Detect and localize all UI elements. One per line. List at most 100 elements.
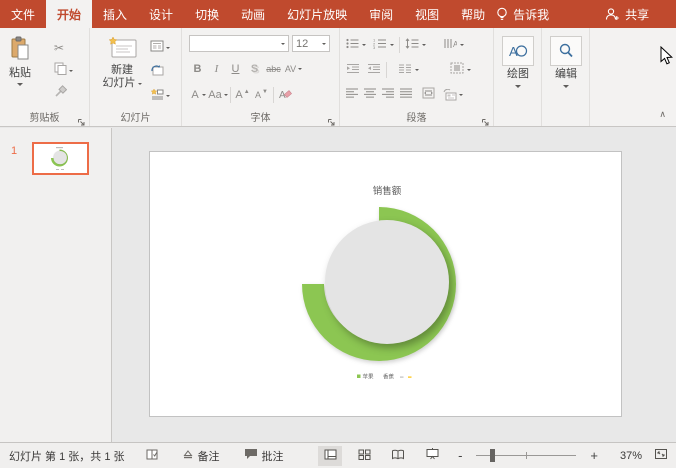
slide-sorter-icon [358,449,371,463]
ribbon-group-editing: 编辑 [542,28,590,126]
reading-view-button[interactable] [386,446,410,466]
columns-button[interactable] [398,61,412,79]
tab-view[interactable]: 视图 [404,0,450,28]
cut-icon: ✂ [54,41,64,55]
ribbon-group-paragraph: 123 A [340,28,494,126]
tab-transitions[interactable]: 切换 [184,0,230,28]
layout-icon [150,39,164,57]
share-button[interactable]: 共享 [625,6,649,23]
normal-view-button[interactable] [318,446,342,466]
cut-button[interactable]: ✂ [54,38,73,57]
shrink-font-button[interactable]: A▼ [252,86,271,104]
zoom-out-button[interactable]: - [454,448,466,463]
fit-window-button[interactable] [654,448,668,463]
line-spacing-button[interactable] [405,36,419,54]
spell-check-button[interactable] [145,448,160,464]
indent-icon[interactable] [367,61,381,79]
paragraph-group-label: 段落 [340,109,493,124]
notes-icon [182,449,194,463]
distribute-icon[interactable] [422,86,435,104]
strikethrough-button[interactable]: abc [264,60,283,78]
character-spacing-button[interactable]: AV [283,60,298,78]
new-slide-button[interactable]: 新建 幻灯片 [98,36,146,90]
reset-icon [150,63,164,81]
align-text-button[interactable] [450,61,464,79]
tell-me-button[interactable]: 告诉我 [513,6,549,23]
text-shadow-button[interactable]: S [245,60,264,78]
spell-check-icon [145,448,160,464]
paste-button[interactable]: 粘贴 [8,36,32,86]
workspace: 1 销售额 苹果 香蕉 [0,128,676,442]
align-right-icon[interactable] [382,86,394,104]
tab-review[interactable]: 审阅 [358,0,404,28]
svg-text:3: 3 [373,45,376,49]
tab-file[interactable]: 文件 [0,0,46,28]
sales-doughnut-chart[interactable]: 销售额 苹果 香蕉 [150,152,621,416]
chart-legend: 苹果 香蕉 [357,372,412,380]
clipboard-dialog-launcher[interactable] [77,114,86,123]
change-case-button[interactable]: Aa [206,86,224,104]
new-slide-label-line2: 幻灯片 [103,77,136,90]
slide-thumbnail-panel: 1 [0,128,112,442]
align-left-icon[interactable] [346,86,358,104]
editing-button[interactable]: 编辑 [550,36,582,88]
menu-bar: 文件 开始 插入 设计 切换 动画 幻灯片放映 审阅 视图 帮助 告诉我 共享 [0,0,676,28]
tab-design[interactable]: 设计 [138,0,184,28]
tab-insert[interactable]: 插入 [92,0,138,28]
notes-button[interactable]: 备注 [182,448,220,464]
justify-icon[interactable] [400,86,412,104]
tab-animations[interactable]: 动画 [230,0,276,28]
slide-canvas[interactable]: 销售额 苹果 香蕉 [149,151,622,417]
outdent-icon[interactable] [346,61,360,79]
paragraph-dialog-launcher[interactable] [481,114,490,123]
fit-window-icon [654,448,668,463]
legend-item-1: 苹果 [363,372,375,380]
zoom-slider[interactable] [476,455,576,456]
chart-center-circle[interactable] [325,220,449,344]
grow-font-button[interactable]: A▲ [233,86,252,104]
drawing-label: 绘图 [507,68,529,81]
slideshow-icon [426,448,439,463]
tab-help[interactable]: 帮助 [450,0,496,28]
slide-thumbnail[interactable] [32,142,89,175]
zoom-in-button[interactable]: + [586,448,602,463]
reset-slide-button[interactable] [150,62,170,81]
slide-number-label: 1 [11,145,17,157]
layout-button[interactable] [150,38,170,57]
zoom-slider-thumb[interactable] [490,449,495,462]
editing-label: 编辑 [555,68,577,81]
slide-counter: 幻灯片 第 1 张，共 1 张 [0,448,125,464]
text-direction-button[interactable]: A [443,36,457,54]
align-center-icon[interactable] [364,86,376,104]
comments-button[interactable]: 批注 [244,448,284,464]
smartart-convert-button[interactable] [443,89,463,101]
bold-button[interactable]: B [188,60,207,78]
tab-slideshow[interactable]: 幻灯片放映 [276,0,358,28]
comments-icon [244,448,258,463]
underline-button[interactable]: U [226,60,245,78]
ribbon-group-clipboard: 粘贴 ✂ 剪贴板 [0,28,90,126]
clear-formatting-button[interactable]: A [276,86,295,104]
font-color-button[interactable]: A [188,86,202,104]
bullets-button[interactable] [346,36,359,54]
drawing-button[interactable]: A 绘图 [502,36,534,88]
legend-item-2: 香蕉 [383,372,395,380]
format-painter-button[interactable] [54,84,73,103]
font-group-label: 字体 [182,109,339,124]
collapse-ribbon-button[interactable]: ∧ [659,109,666,120]
numbering-button[interactable]: 123 [373,36,387,54]
font-name-combobox[interactable] [189,35,289,52]
zoom-percent[interactable]: 37% [612,450,642,462]
font-size-value: 12 [296,38,308,50]
italic-button[interactable]: I [207,60,226,78]
section-button[interactable] [150,86,170,105]
slideshow-button[interactable] [420,446,444,466]
clipboard-group-label: 剪贴板 [0,109,89,124]
font-size-combobox[interactable]: 12 [292,35,330,52]
font-dialog-launcher[interactable] [327,114,336,123]
paste-icon [8,36,32,67]
character-spacing-caret[interactable] [298,68,302,70]
tab-home[interactable]: 开始 [46,0,92,28]
copy-button[interactable] [54,61,73,80]
slide-sorter-button[interactable] [352,446,376,466]
